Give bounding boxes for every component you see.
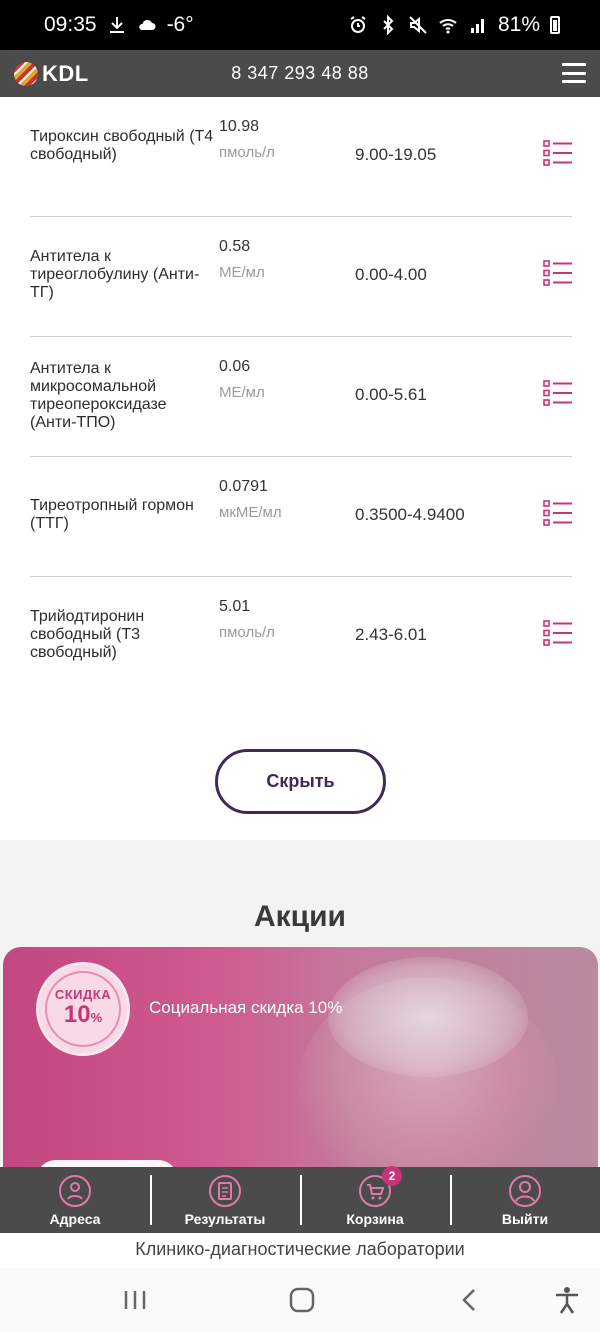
nav-logout-label: Выйти [501, 1210, 549, 1227]
result-range: 9.00-19.05 [355, 145, 437, 164]
badge-label: СКИДКА [54, 987, 112, 1002]
user-icon [509, 1174, 541, 1207]
wifi-icon [439, 19, 457, 34]
home-icon[interactable] [287, 1286, 317, 1314]
discount-badge: СКИДКА 10% [36, 962, 130, 1056]
menu-icon[interactable] [562, 63, 586, 83]
details-list-icon[interactable] [543, 260, 573, 286]
nav-results[interactable]: Результаты [150, 1167, 300, 1233]
details-list-icon[interactable] [543, 140, 573, 166]
nav-addresses-label: Адреса [49, 1210, 101, 1227]
result-unit: МЕ/мл [219, 264, 265, 281]
result-unit: пмоль/л [219, 624, 275, 641]
result-value: 0.58 [219, 238, 251, 255]
result-range: 0.00-5.61 [355, 385, 427, 404]
promo-photo-highlight [328, 957, 528, 1077]
result-name: Тиреотропный гормон (ТТГ) [30, 497, 194, 532]
result-value: 0.0791 [219, 478, 268, 495]
result-value: 5.01 [219, 598, 251, 615]
result-value: 0.06 [219, 358, 251, 375]
cart-count-badge: 2 [382, 1165, 402, 1186]
cloud-icon [138, 19, 156, 30]
battery-icon [550, 16, 560, 34]
result-row: Тироксин свободный (Т4 свободный) 10.98 … [30, 97, 572, 217]
badge-value: 10% [64, 1002, 102, 1031]
nav-logout[interactable]: Выйти [450, 1167, 600, 1233]
status-temperature: -6° [166, 13, 194, 36]
result-name: Антитела к микросомальной тиреопероксида… [30, 360, 167, 431]
nav-cart[interactable]: 2 Корзина [300, 1165, 450, 1233]
alarm-icon [350, 16, 366, 33]
document-icon [209, 1174, 241, 1207]
nav-results-label: Результаты [184, 1210, 266, 1227]
download-icon [109, 17, 124, 33]
footer-caption: Клинико-диагностические лаборатории [0, 1233, 600, 1268]
result-range: 0.3500-4.9400 [355, 505, 465, 524]
details-list-icon[interactable] [543, 380, 573, 406]
system-nav-bar [0, 1268, 600, 1332]
recent-apps-icon[interactable] [120, 1286, 150, 1314]
result-row: Трийодтиронин свободный (Т3 свободный) 5… [30, 577, 572, 697]
status-time: 09:35 [44, 13, 97, 36]
badge-unit: % [90, 1010, 103, 1025]
result-row: Тиреотропный гормон (ТТГ) 0.0791 мкМЕ/мл… [30, 457, 572, 577]
nav-addresses[interactable]: Адреса [0, 1167, 150, 1233]
back-icon[interactable] [455, 1286, 485, 1314]
bluetooth-icon [383, 15, 394, 35]
result-unit: мкМЕ/мл [219, 504, 282, 521]
result-row: Антитела к тиреоглобулину (Анти-ТГ) 0.58… [30, 217, 572, 337]
promotions-section: Акции СКИДКА 10% Социальная скидка 10% [0, 840, 600, 1177]
promo-card-social-discount[interactable]: СКИДКА 10% Социальная скидка 10% [3, 947, 598, 1177]
result-name: Трийодтиронин свободный (Т3 свободный) [30, 608, 145, 661]
cart-icon-wrap: 2 [358, 1165, 402, 1208]
badge-number: 10 [63, 1001, 91, 1028]
result-name: Тироксин свободный (Т4 свободный) [30, 128, 214, 163]
result-unit: пмоль/л [219, 144, 275, 161]
signal-icon [470, 19, 484, 33]
result-unit: МЕ/мл [219, 384, 265, 401]
promo-text: Социальная скидка 10% [149, 998, 343, 1017]
result-row: Антитела к микросомальной тиреопероксида… [30, 337, 572, 457]
hide-button[interactable]: Скрыть [215, 749, 386, 814]
details-list-icon[interactable] [543, 500, 573, 526]
result-range: 2.43-6.01 [355, 625, 427, 644]
status-battery-percent: 81% [497, 13, 540, 36]
promotions-title: Акции [253, 900, 346, 933]
accessibility-icon[interactable] [552, 1286, 582, 1314]
location-pin-icon [59, 1174, 91, 1207]
result-value: 10.98 [219, 118, 260, 135]
header-phone-link[interactable]: 8 347 293 48 88 [0, 63, 600, 84]
result-name: Антитела к тиреоглобулину (Анти-ТГ) [30, 248, 200, 301]
bottom-nav: Адреса Результаты 2 Корзина Выйти [0, 1165, 600, 1233]
mute-icon [409, 16, 427, 34]
details-list-icon[interactable] [543, 620, 573, 646]
app-header: KDL 8 347 293 48 88 [0, 50, 600, 97]
status-bar: 09:35 -6° 81% [0, 0, 600, 50]
result-range: 0.00-4.00 [355, 265, 427, 284]
nav-cart-label: Корзина [346, 1210, 404, 1227]
